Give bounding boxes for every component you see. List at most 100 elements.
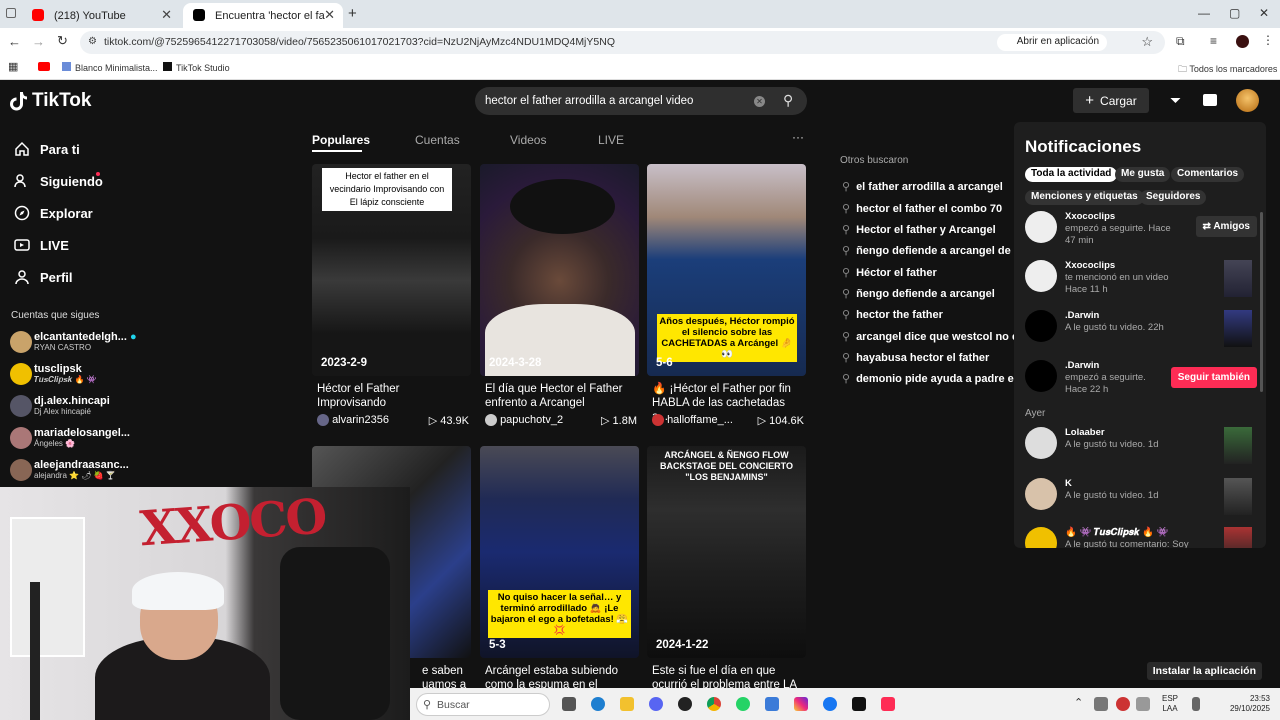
youtube-bookmark-icon[interactable]: [38, 62, 50, 71]
tiktok-logo[interactable]: TikTok: [10, 90, 91, 112]
filter-all-activity[interactable]: Toda la actividad: [1025, 167, 1118, 182]
reload-button[interactable]: ↻: [57, 33, 68, 49]
discord-icon[interactable]: [649, 697, 663, 711]
inbox-icon[interactable]: [1203, 94, 1217, 106]
upload-button[interactable]: + Cargar: [1073, 88, 1149, 113]
apps-icon[interactable]: ▦: [8, 60, 18, 73]
filter-icon[interactable]: ⏷: [1170, 92, 1181, 109]
close-window-button[interactable]: ✕: [1259, 6, 1269, 20]
system-clock[interactable]: 23:53 29/10/2025: [1230, 694, 1270, 714]
bookmark-star-icon[interactable]: ☆: [1141, 34, 1153, 50]
related-search-item[interactable]: ⚲ el father arrodilla a arcangel: [842, 180, 1018, 193]
close-tab-icon[interactable]: ✕: [324, 7, 335, 23]
followed-account[interactable]: tusclipsk 𝑻𝒖𝒔𝑪𝒍𝒊𝒑𝒔𝒌 🔥 👾: [10, 363, 97, 385]
wifi-icon[interactable]: [1136, 697, 1150, 711]
minimize-button[interactable]: —: [1198, 6, 1210, 20]
profile-avatar[interactable]: [1236, 35, 1249, 48]
profile-avatar[interactable]: [1236, 89, 1259, 112]
tray-expand-icon[interactable]: ⌃: [1074, 696, 1083, 709]
nav-para-ti[interactable]: Para ti: [14, 141, 80, 157]
nav-live[interactable]: LIVE: [14, 237, 69, 253]
notification-item[interactable]: K A le gustó tu video. 1d: [1025, 478, 1257, 518]
all-bookmarks[interactable]: 🗀 Todos los marcadores: [1178, 62, 1277, 78]
filter-followers[interactable]: Seguidores: [1140, 190, 1207, 205]
forward-button[interactable]: →: [32, 34, 45, 49]
friends-button[interactable]: ⇄ Amigos: [1195, 216, 1257, 237]
scrollbar[interactable]: [1260, 212, 1263, 392]
snipping-tool-icon[interactable]: [765, 697, 779, 711]
followed-account[interactable]: mariadelosangel... Ángeles 🌸: [10, 427, 130, 449]
tray-app-icon[interactable]: [1094, 697, 1108, 711]
followed-account[interactable]: aleejandraasanc... alejandra ⭐ 🌶 🍓 🍸: [10, 459, 129, 481]
tray-app-icon[interactable]: [1116, 697, 1130, 711]
tab-tiktok[interactable]: Encuentra 'hector el father arro ✕: [183, 3, 343, 28]
related-search-item[interactable]: ⚲ hector the father: [842, 308, 1018, 321]
open-in-app-button[interactable]: Abrir en aplicación: [996, 34, 1107, 51]
video-author[interactable]: halloffame_...: [667, 414, 733, 426]
new-tab-button[interactable]: +: [348, 5, 357, 22]
instagram-icon[interactable]: [794, 697, 808, 711]
search-input[interactable]: hector el father arrodilla a arcangel vi…: [485, 95, 693, 107]
more-options-icon[interactable]: ···: [792, 130, 804, 144]
task-view-icon[interactable]: [562, 697, 576, 711]
bookmark-blanco[interactable]: Blanco Minimalista...: [62, 62, 158, 73]
followed-account[interactable]: elcantantedelgh... ● RYAN CASTRO: [10, 331, 137, 353]
obs-icon[interactable]: [678, 697, 692, 711]
nav-siguiendo[interactable]: Siguiendo: [14, 172, 103, 189]
related-search-item[interactable]: ⚲ hayabusa hector el father: [842, 351, 1018, 364]
notification-item[interactable]: Xxococlips empezó a seguirte. Hace 47 mi…: [1025, 211, 1257, 251]
filter-mentions[interactable]: Menciones y etiquetas: [1025, 190, 1144, 205]
search-box[interactable]: hector el father arrodilla a arcangel vi…: [475, 87, 807, 115]
whatsapp-icon[interactable]: [736, 697, 750, 711]
related-search-item[interactable]: ⚲ arcangel dice que westcol no es: [842, 330, 1018, 343]
taskbar-search[interactable]: ⚲ Buscar: [416, 693, 550, 716]
site-info-icon[interactable]: ⚙: [88, 36, 97, 47]
notification-item[interactable]: 🔥 👾 𝑻𝒖𝒔𝑪𝒍𝒊𝒑𝒔𝒌 🔥 👾 A le gustó tu comentar…: [1025, 527, 1257, 548]
video-author[interactable]: alvarin2356: [332, 414, 389, 426]
file-explorer-icon[interactable]: [620, 697, 634, 711]
bookmark-tiktok-studio[interactable]: TikTok Studio: [163, 62, 230, 73]
followed-account[interactable]: dj.alex.hincapi Dj Alex hincapié: [10, 395, 110, 417]
close-tab-icon[interactable]: ✕: [161, 7, 172, 23]
media-icon[interactable]: ≡: [1210, 34, 1217, 48]
maximize-button[interactable]: ▢: [1229, 6, 1240, 20]
clear-search-icon[interactable]: ✕: [754, 96, 765, 107]
nav-explorar[interactable]: Explorar: [14, 205, 93, 221]
extensions-icon[interactable]: ⧉: [1176, 34, 1185, 49]
language-indicator[interactable]: ESP LAA: [1162, 694, 1178, 714]
filter-comments[interactable]: Comentarios: [1171, 167, 1245, 182]
browser-menu-icon[interactable]: ⋮: [1262, 33, 1274, 47]
microphone-icon[interactable]: [1192, 697, 1200, 711]
related-search-item[interactable]: ⚲ hector el father el combo 70: [842, 202, 1018, 215]
related-search-item[interactable]: ⚲ Héctor el father: [842, 266, 1018, 279]
address-bar[interactable]: ⚙ tiktok.com/@7525965412271703058/video/…: [80, 31, 1165, 54]
filter-likes[interactable]: Me gusta: [1115, 167, 1171, 182]
notification-item[interactable]: Lolaaber A le gustó tu video. 1d: [1025, 427, 1257, 467]
facebook-icon[interactable]: [823, 697, 837, 711]
back-button[interactable]: ←: [8, 34, 21, 49]
tab-live[interactable]: LIVE: [598, 133, 624, 147]
edge-icon[interactable]: [591, 697, 605, 711]
tiktok-app-icon[interactable]: [881, 697, 895, 711]
related-search-item[interactable]: ⚲ ñengo defiende a arcangel de la: [842, 244, 1018, 257]
notification-item[interactable]: Xxococlips te mencionó en un video Hace …: [1025, 260, 1257, 300]
notification-item[interactable]: .Darwin A le gustó tu video. 22h: [1025, 310, 1257, 350]
related-search-item[interactable]: ⚲ demonio pide ayuda a padre en: [842, 372, 1018, 385]
install-app-button[interactable]: Instalar la aplicación: [1146, 662, 1262, 680]
tab-videos[interactable]: Videos: [510, 133, 546, 147]
follow-back-button[interactable]: Seguir también: [1170, 367, 1257, 388]
tab-populares[interactable]: Populares: [312, 133, 370, 152]
search-icon[interactable]: ⚲: [783, 92, 793, 109]
notification-dot: [96, 172, 100, 176]
tab-cuentas[interactable]: Cuentas: [415, 133, 460, 147]
video-author[interactable]: papuchotv_2: [500, 414, 563, 426]
chrome-icon[interactable]: [707, 697, 721, 711]
tab-youtube[interactable]: (218) YouTube ✕: [22, 3, 180, 28]
tab-list-icon[interactable]: [6, 8, 16, 18]
related-search-item[interactable]: ⚲ ñengo defiende a arcangel: [842, 287, 1018, 300]
tiktok-taskbar-icon[interactable]: [852, 697, 866, 711]
related-search-item[interactable]: ⚲ Hector el father y Arcangel: [842, 223, 1018, 236]
video-date: 5-3: [489, 639, 506, 651]
notification-item[interactable]: .Darwin empezó a seguirte. Hace 22 h Seg…: [1025, 360, 1257, 400]
nav-perfil[interactable]: Perfil: [14, 269, 73, 285]
